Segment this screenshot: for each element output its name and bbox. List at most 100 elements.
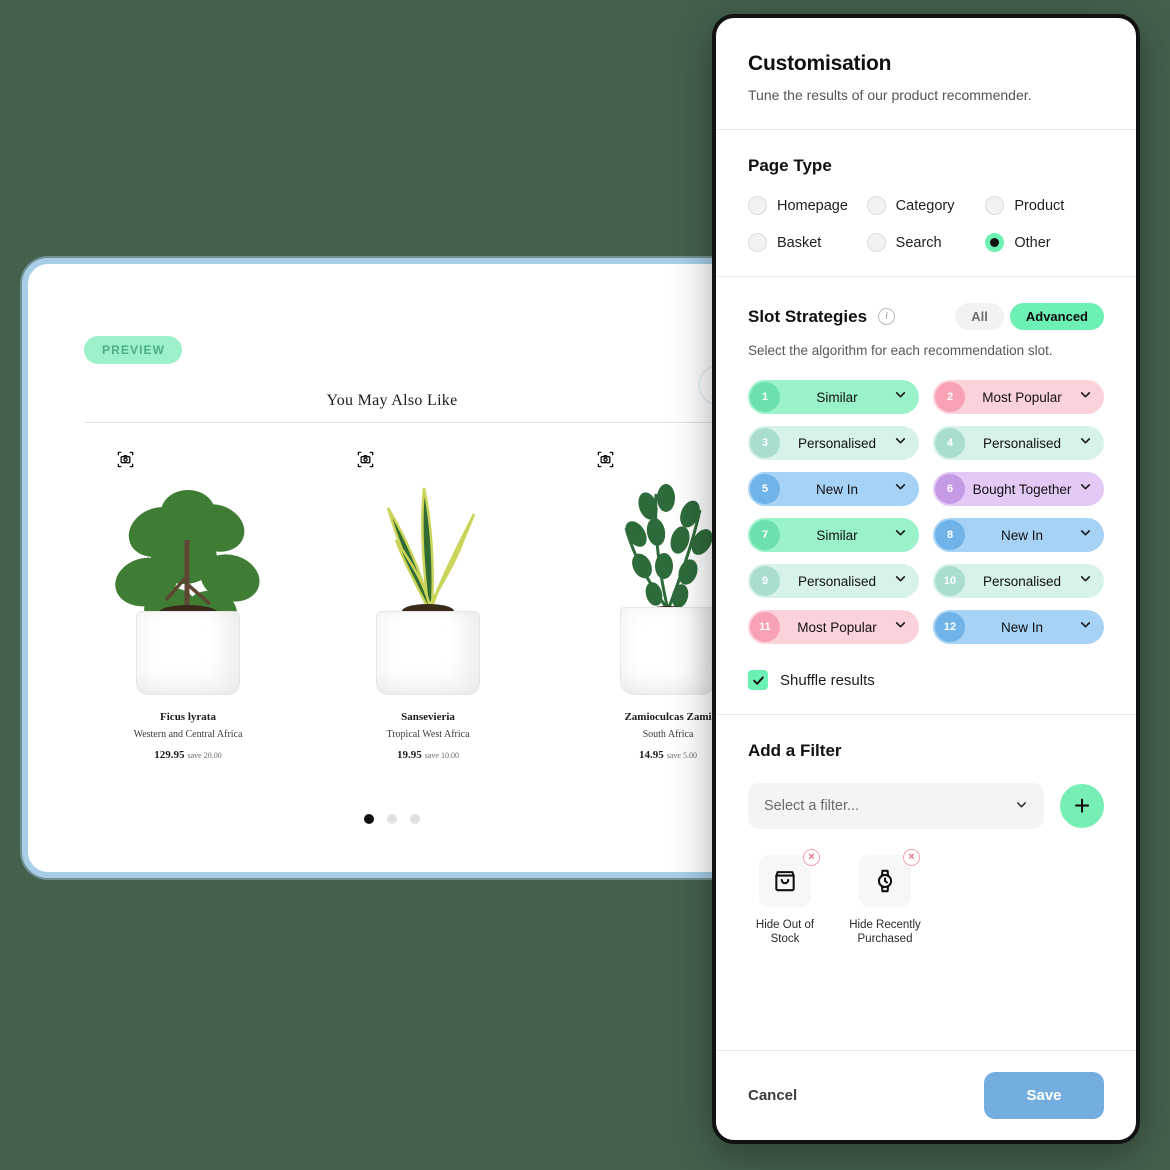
info-icon[interactable]: i [878,308,896,325]
modal-body: Page Type Homepage Category Product Bask… [716,130,1136,1050]
slot-strategy-11[interactable]: 11 Most Popular [748,610,919,644]
filter-select[interactable]: Select a filter... [748,783,1044,829]
recommendation-title: You May Also Like [326,392,458,409]
slot-number: 3 [750,428,780,458]
slot-strategy-2[interactable]: 2 Most Popular [933,380,1104,414]
radio-circle[interactable] [748,233,767,252]
slot-strategy-8[interactable]: 8 New In [933,518,1104,552]
remove-filter-icon[interactable]: × [903,849,920,866]
slot-strategy-label: Personalised [797,435,877,451]
carousel-pagination[interactable] [28,814,756,824]
chevron-down-icon[interactable] [894,388,907,406]
screenshot-stage: PREVIEW You May Also Like Ficus lyrata W… [0,0,1170,1170]
slot-number: 9 [750,566,780,596]
slot-strategy-label: Personalised [982,573,1062,589]
watch-icon [859,855,911,907]
slot-strategy-5[interactable]: 5 New In [748,472,919,506]
slot-number: 12 [935,612,965,642]
radio-option-basket[interactable]: Basket [748,233,867,252]
radio-circle[interactable] [866,233,886,252]
radio-option-homepage[interactable]: Homepage [748,196,867,215]
modal-header: Customisation Tune the results of our pr… [716,18,1136,130]
product-name: Sansevieria [401,711,455,723]
filter-chip-hide-out-of-stock[interactable]: × Hide Out of Stock [748,849,822,947]
slot-strategy-3[interactable]: 3 Personalised [748,426,919,460]
preview-panel: PREVIEW You May Also Like Ficus lyrata W… [22,258,762,878]
divider [84,422,756,423]
camera-icon[interactable] [110,444,140,474]
remove-filter-icon[interactable]: × [803,849,820,866]
chevron-down-icon[interactable] [1079,572,1092,590]
plant-pot [620,607,716,695]
chevron-down-icon[interactable] [894,434,907,452]
radio-option-category[interactable]: Category [866,196,986,215]
price-value: 19.95 [397,749,422,761]
chevron-down-icon[interactable] [1079,526,1092,544]
chevron-down-icon[interactable] [894,480,907,498]
product-card[interactable]: Ficus lyrata Western and Central Africa … [68,444,308,761]
plant-pot [376,611,480,695]
shuffle-label: Shuffle results [780,671,875,689]
radio-circle[interactable] [866,196,886,215]
slot-number: 4 [935,428,965,458]
radio-option-other[interactable]: Other [985,233,1104,252]
slot-number: 7 [750,520,780,550]
slot-number: 10 [935,566,965,596]
slot-strategy-6[interactable]: 6 Bought Together [933,472,1104,506]
slot-strategy-label: Most Popular [982,389,1062,405]
slot-strategy-10[interactable]: 10 Personalised [933,564,1104,598]
radio-option-product[interactable]: Product [985,196,1104,215]
toggle-all[interactable]: All [955,303,1004,330]
product-card[interactable]: Sansevieria Tropical West Africa 19.95 sa… [308,444,548,761]
shuffle-results-row[interactable]: Shuffle results [748,670,1104,690]
price-value: 129.95 [154,749,185,761]
add-filter-button[interactable]: + [1060,784,1104,828]
price-save: save 10.00 [424,751,459,760]
radio-label: Category [895,197,955,214]
slot-strategy-9[interactable]: 9 Personalised [748,564,919,598]
slot-strategies-heading: Slot Strategies [748,306,868,326]
filter-row: Select a filter... + [748,783,1104,829]
chevron-down-icon[interactable] [1079,388,1092,406]
radio-circle[interactable] [985,196,1005,215]
toggle-advanced[interactable]: Advanced [1009,303,1104,330]
radio-label: Homepage [777,197,848,214]
slot-strategy-label: New In [1000,619,1044,635]
radio-label: Other [1014,234,1051,251]
filter-chip-label: Hide Out of Stock [755,919,815,946]
chevron-down-icon[interactable] [894,618,907,636]
chevron-down-icon[interactable] [894,572,907,590]
pagination-dot[interactable] [387,814,397,824]
camera-icon[interactable] [590,444,620,474]
slot-strategy-7[interactable]: 7 Similar [748,518,919,552]
chevron-down-icon[interactable] [1079,434,1092,452]
slot-number: 6 [935,474,965,504]
plant-illustration [328,480,528,695]
pagination-dot[interactable] [364,814,374,824]
product-price: 19.95 save 10.00 [308,749,548,761]
chevron-down-icon[interactable] [894,526,907,544]
slot-strategy-label: Most Popular [797,619,877,635]
product-price: 129.95 save 20.00 [68,749,308,761]
price-value: 14.95 [639,749,664,761]
modal-footer: Cancel Save [716,1050,1136,1140]
slot-strategy-1[interactable]: 1 Similar [748,380,919,414]
filter-chip-hide-recently-purchased[interactable]: × Hide Recently Purchased [848,849,922,947]
radio-option-search[interactable]: Search [866,233,986,252]
camera-icon[interactable] [350,444,380,474]
slot-strategy-4[interactable]: 4 Personalised [933,426,1104,460]
radio-circle-selected[interactable] [985,233,1005,252]
chevron-down-icon[interactable] [1079,618,1092,636]
slot-strategies-section: Slot Strategies i All Advanced Select th… [716,277,1136,715]
radio-circle[interactable] [748,196,767,215]
save-button[interactable]: Save [984,1072,1104,1119]
radio-label: Search [895,234,942,251]
pagination-dot[interactable] [410,814,420,824]
shuffle-checkbox[interactable] [748,670,768,690]
slot-strategy-12[interactable]: 12 New In [933,610,1104,644]
page-type-section: Page Type Homepage Category Product Bask… [716,130,1136,277]
preview-content: PREVIEW You May Also Like Ficus lyrata W… [28,264,756,872]
cancel-button[interactable]: Cancel [748,1087,797,1104]
chevron-down-icon[interactable] [1079,480,1092,498]
radio-label: Basket [777,234,822,251]
